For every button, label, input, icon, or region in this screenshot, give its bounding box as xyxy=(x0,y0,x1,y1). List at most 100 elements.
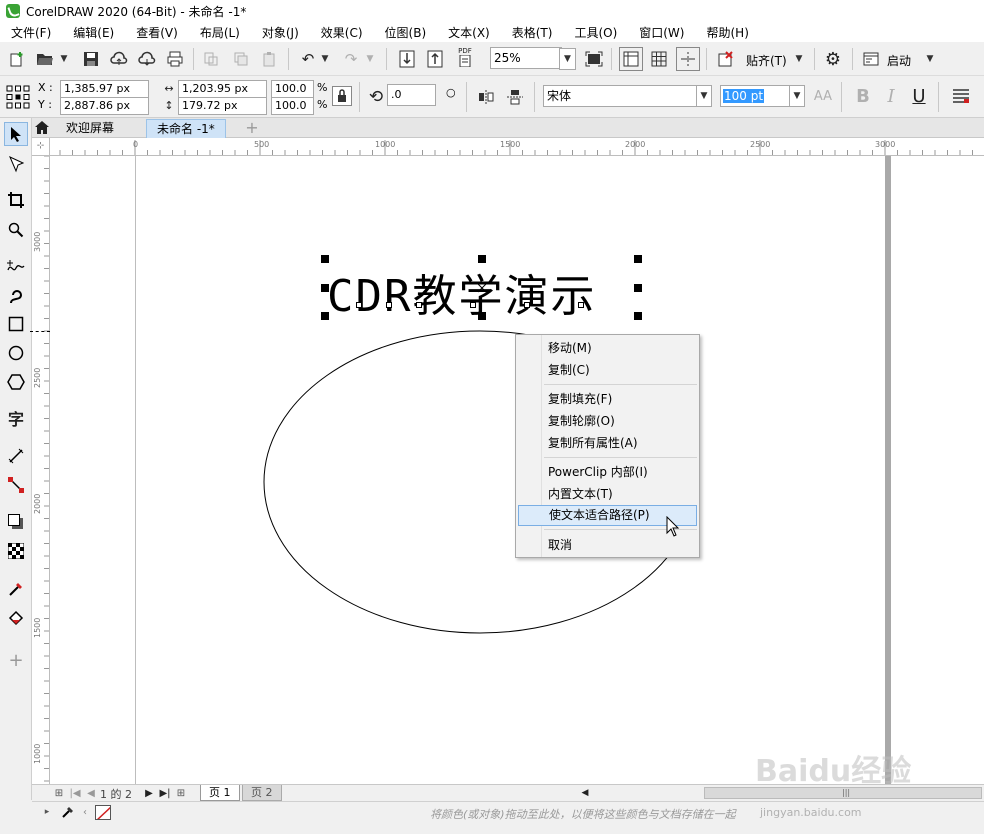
lock-ratio-icon[interactable] xyxy=(332,86,352,106)
tab-welcome-screen[interactable]: 欢迎屏幕 xyxy=(56,119,124,138)
menu-item-cancel[interactable]: 取消 xyxy=(518,535,697,556)
object-height-input[interactable]: 179.72 px xyxy=(178,97,267,115)
vertical-ruler[interactable]: 3000 2500 2000 1500 1000 xyxy=(32,156,50,784)
eyedropper-tool-icon[interactable] xyxy=(4,577,28,601)
ellipse-tool-icon[interactable] xyxy=(4,341,28,365)
polygon-tool-icon[interactable] xyxy=(4,370,28,394)
previous-page-icon[interactable]: ◀ xyxy=(84,785,98,801)
scale-y-input[interactable]: 100.0 xyxy=(271,97,314,115)
menu-bitmaps[interactable]: 位图(B) xyxy=(374,24,438,41)
selection-handle[interactable] xyxy=(321,312,329,320)
zoom-level-input[interactable]: 25% xyxy=(490,47,562,69)
zoom-tool-magnifier-icon[interactable] xyxy=(4,218,28,242)
menu-help[interactable]: 帮助(H) xyxy=(695,24,759,41)
pick-tool-arrow-icon[interactable] xyxy=(4,122,28,146)
import-icon[interactable] xyxy=(396,48,418,70)
text-node-handle[interactable] xyxy=(386,302,392,308)
add-page-before-icon[interactable]: ⊞ xyxy=(52,785,66,801)
cloud-upload-icon[interactable] xyxy=(108,48,130,70)
selection-handle[interactable] xyxy=(634,255,642,263)
palette-scroll-left-icon[interactable]: ‹ xyxy=(78,802,92,822)
text-node-handle[interactable] xyxy=(578,302,584,308)
menu-item-copy-all-properties[interactable]: 复制所有属性(A) xyxy=(518,433,697,454)
scroll-left-icon[interactable]: ◀ xyxy=(578,785,592,801)
menu-object[interactable]: 对象(J) xyxy=(251,24,310,41)
menu-table[interactable]: 表格(T) xyxy=(501,24,564,41)
next-page-icon[interactable]: ▶ xyxy=(142,785,156,801)
undo-dropdown-chevron-icon[interactable]: ▼ xyxy=(317,48,333,70)
page-tab-2[interactable]: 页 2 xyxy=(242,785,282,801)
artistic-text-object[interactable]: CDR教学演示 xyxy=(327,260,596,324)
page-tab-1[interactable]: 页 1 xyxy=(200,785,240,801)
add-page-after-icon[interactable]: ⊞ xyxy=(174,785,188,801)
add-tool-plus-icon[interactable]: + xyxy=(4,648,28,672)
snap-off-icon[interactable] xyxy=(714,48,736,70)
publish-pdf-icon[interactable]: PDF xyxy=(452,46,478,68)
options-gear-icon[interactable]: ⚙ xyxy=(822,48,844,70)
open-dropdown-chevron-icon[interactable]: ▼ xyxy=(56,48,72,70)
no-color-swatch[interactable] xyxy=(95,805,111,820)
menu-view[interactable]: 查看(V) xyxy=(125,24,189,41)
mirror-vertical-icon[interactable] xyxy=(504,86,526,108)
menu-item-place-text-inside[interactable]: 内置文本(T) xyxy=(518,484,697,505)
y-position-input[interactable]: 2,887.86 px xyxy=(60,97,149,115)
show-grid-icon[interactable] xyxy=(648,48,670,70)
menu-edit[interactable]: 编辑(E) xyxy=(62,24,125,41)
shape-tool-icon[interactable] xyxy=(4,152,28,176)
menu-file[interactable]: 文件(F) xyxy=(0,24,62,41)
text-node-handle[interactable] xyxy=(470,302,476,308)
rotation-angle-input[interactable]: .0 xyxy=(387,84,436,106)
palette-expand-icon[interactable]: ▸ xyxy=(40,802,54,822)
copy-icon[interactable] xyxy=(230,48,252,70)
launch-label[interactable]: 启动 xyxy=(887,52,911,69)
text-node-handle[interactable] xyxy=(416,302,422,308)
text-node-handle[interactable] xyxy=(356,302,362,308)
selection-handle[interactable] xyxy=(634,284,642,292)
launch-dropdown-chevron-icon[interactable]: ▼ xyxy=(922,48,938,70)
font-size-input[interactable]: 100 pt xyxy=(720,85,790,107)
horizontal-ruler[interactable]: 0 500 1000 1500 2000 2500 3000 xyxy=(50,138,984,156)
new-document-icon[interactable] xyxy=(6,48,28,70)
undo-icon[interactable]: ↶ xyxy=(297,48,319,70)
show-guidelines-icon[interactable] xyxy=(676,47,700,71)
open-folder-icon[interactable] xyxy=(34,48,56,70)
object-width-input[interactable]: 1,203.95 px xyxy=(178,80,267,98)
selection-handle[interactable] xyxy=(634,312,642,320)
redo-dropdown-chevron-icon[interactable]: ▼ xyxy=(362,48,378,70)
show-rulers-icon[interactable] xyxy=(619,47,643,71)
cut-icon[interactable] xyxy=(200,48,222,70)
menu-effects[interactable]: 效果(C) xyxy=(310,24,374,41)
snap-dropdown-chevron-icon[interactable]: ▼ xyxy=(791,48,807,70)
drop-shadow-tool-icon[interactable] xyxy=(4,510,28,534)
ruler-origin-corner[interactable]: ⊹ xyxy=(32,138,50,156)
transparency-tool-icon[interactable] xyxy=(4,539,28,563)
parallel-dimension-tool-icon[interactable] xyxy=(4,444,28,468)
menu-item-copy[interactable]: 复制(C) xyxy=(518,360,697,381)
menu-item-copy-outline[interactable]: 复制轮廓(O) xyxy=(518,411,697,432)
artistic-media-tool-icon[interactable] xyxy=(4,284,28,308)
paste-icon[interactable] xyxy=(258,48,280,70)
font-family-select[interactable]: 宋体 xyxy=(543,85,697,107)
menu-item-powerclip-inside[interactable]: PowerClip 内部(I) xyxy=(518,462,697,483)
object-origin-icon[interactable] xyxy=(5,84,31,110)
redo-icon[interactable]: ↷ xyxy=(340,48,362,70)
selection-handle[interactable] xyxy=(321,284,329,292)
freehand-tool-icon[interactable] xyxy=(4,254,28,278)
cloud-download-icon[interactable] xyxy=(136,48,158,70)
new-tab-plus-icon[interactable]: + xyxy=(242,118,262,137)
menu-item-copy-fill[interactable]: 复制填充(F) xyxy=(518,389,697,410)
selection-handle[interactable] xyxy=(478,312,486,320)
font-family-dropdown-chevron-icon[interactable]: ▼ xyxy=(696,85,712,107)
connector-tool-icon[interactable] xyxy=(4,473,28,497)
underline-icon[interactable]: U xyxy=(908,85,930,107)
menu-text[interactable]: 文本(X) xyxy=(437,24,501,41)
rectangle-tool-icon[interactable] xyxy=(4,312,28,336)
text-node-handle[interactable] xyxy=(524,302,530,308)
text-tool-icon[interactable]: 字 xyxy=(4,406,28,430)
save-icon[interactable] xyxy=(80,48,102,70)
x-position-input[interactable]: 1,385.97 px xyxy=(60,80,149,98)
menu-item-move[interactable]: 移动(M) xyxy=(518,338,697,359)
print-icon[interactable] xyxy=(164,48,186,70)
interactive-fill-tool-icon[interactable] xyxy=(4,606,28,630)
tab-untitled-1[interactable]: 未命名 -1* xyxy=(146,119,226,138)
